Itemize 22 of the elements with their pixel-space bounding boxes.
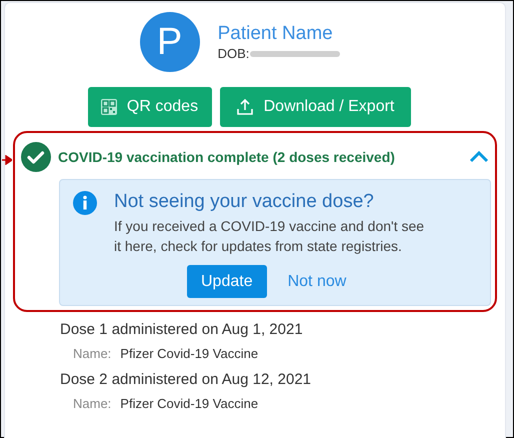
avatar: P: [140, 12, 200, 72]
field-label: Name:: [73, 394, 112, 412]
check-circle-icon: [21, 142, 51, 172]
field-label: Name:: [73, 345, 112, 363]
info-icon: [73, 191, 97, 215]
qr-codes-button[interactable]: QR codes: [88, 87, 212, 127]
chevron-up-icon[interactable]: [469, 151, 489, 163]
upload-icon: [236, 98, 254, 116]
qr-code-icon: [100, 99, 117, 115]
notice-text: If you received a COVID-19 vaccine and don't see it here, check for updates from state registries.: [114, 217, 426, 256]
dose-title: Dose 2 administered on Aug 12, 2021: [60, 370, 312, 390]
vaccine-name: Pfizer Covid-19 Vaccine: [120, 345, 258, 363]
update-button[interactable]: Update: [187, 265, 267, 298]
redacted-value-icon: [250, 50, 340, 58]
vaccine-name: Pfizer Covid-19 Vaccine: [120, 394, 258, 412]
dose-title: Dose 1 administered on Aug 1, 2021: [60, 320, 304, 340]
download-button[interactable]: Download / Export: [220, 87, 410, 127]
status-heading: COVID-19 vaccination complete (2 doses received): [58, 148, 395, 167]
dob-label: DOB:: [218, 46, 250, 62]
notice-title: Not seeing your vaccine dose?: [114, 190, 375, 214]
patient-name: Patient Name: [218, 22, 334, 46]
not-now-link[interactable]: Not now: [288, 270, 346, 294]
